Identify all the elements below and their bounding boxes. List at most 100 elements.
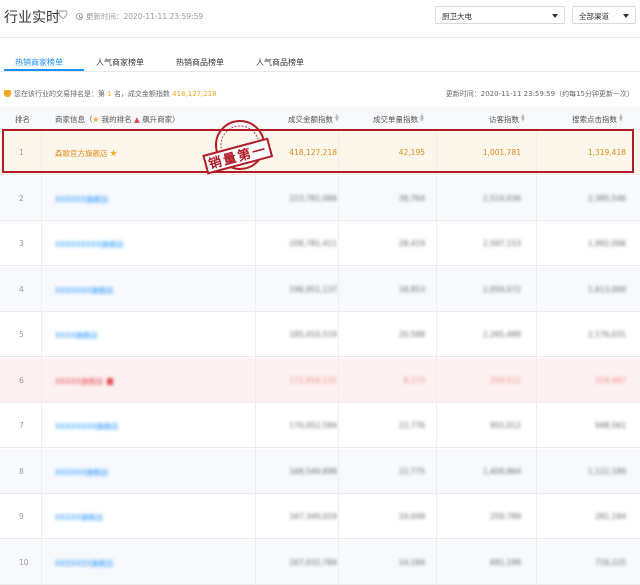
orders-cell: 38,764: [398, 193, 425, 203]
heart-icon[interactable]: [57, 8, 69, 20]
visitors-cell: 259,789: [489, 512, 521, 521]
rank-cell: 3: [19, 239, 24, 248]
visitors-cell: 259,511: [489, 375, 521, 385]
page-title: 行业实时: [4, 10, 60, 26]
search-cell: 2,385,546: [587, 193, 626, 203]
chevron-down-icon: [623, 14, 629, 18]
visitors-cell: 2,059,072: [482, 284, 521, 294]
table-row[interactable]: 6 XXXXX旗舰店 171,916,131 8,273 259,511 318,487: [0, 357, 640, 403]
table-row[interactable]: 5 XXXX旗舰店 185,410,519 20,588 2,265,489 2,176,…: [0, 312, 640, 357]
highlight-frame: [2, 129, 634, 173]
col-search-label: 搜索点击指数: [572, 115, 617, 124]
merchant-link[interactable]: XXXXXX旗舰店: [55, 194, 108, 205]
orders-cell: 10,048: [398, 512, 425, 521]
table-header: 排名 商家信息（★ 我的排名 ▲ 飙升商家） 成交金额指数 ▲ ▼ 成交单量指数 ▲ ▼…: [0, 107, 640, 130]
merchant-name: XXXXXXXXX旗舰店: [55, 240, 124, 249]
search-cell: 1,992,006: [587, 239, 626, 248]
col-my-rank-label: 我的排名: [101, 115, 132, 124]
merchant-link[interactable]: XXXXXXXXX旗舰店: [55, 239, 124, 250]
col-orders[interactable]: 成交单量指数 ▲ ▼: [373, 114, 424, 125]
amount-cell: 168,549,898: [289, 466, 337, 476]
search-cell: 1,613,000: [587, 284, 626, 294]
category-select[interactable]: 厨卫大电: [435, 6, 565, 24]
merchant-link[interactable]: XXXXXX旗舰店: [55, 467, 108, 478]
rising-icon: [107, 377, 114, 385]
merchant-link[interactable]: XXXXXXX旗舰店: [55, 558, 113, 569]
rising-icon: ▲: [134, 115, 140, 124]
amount-cell: 170,052,584: [289, 421, 337, 430]
rank-cell: 2: [19, 193, 24, 203]
sort-icon: ▲ ▼: [619, 113, 623, 123]
rank-cell: 8: [19, 466, 24, 476]
col-visitors[interactable]: 访客指数 ▲ ▼: [489, 114, 525, 125]
merchant-link[interactable]: XXXXXXX旗舰店: [55, 285, 113, 296]
col-search[interactable]: 搜索点击指数 ▲ ▼: [572, 114, 623, 125]
orders-cell: 18,853: [398, 284, 425, 294]
rank-cell: 6: [19, 375, 24, 385]
tab-popular-products[interactable]: 人气商品榜单: [256, 57, 304, 68]
rank-cell: 5: [19, 330, 24, 339]
column-divider: [255, 130, 256, 585]
col-amount[interactable]: 成交金额指数 ▲ ▼: [288, 114, 339, 125]
search-cell: 716,225: [594, 557, 626, 567]
merchant-link[interactable]: XXXXX旗舰店: [55, 376, 114, 387]
table-row[interactable]: 7 XXXXXXXX旗舰店 170,052,584 22,776 955,012 948,…: [0, 403, 640, 448]
visitors-cell: 691,188: [489, 557, 521, 567]
col-merchant: 商家信息（★ 我的排名 ▲ 飙升商家）: [55, 114, 180, 125]
search-cell: 948,561: [594, 421, 626, 430]
orders-cell: 8,273: [403, 375, 425, 385]
search-cell: 2,176,031: [587, 330, 626, 339]
visitors-cell: 2,597,153: [482, 239, 521, 248]
column-divider: [436, 130, 437, 585]
tab-hot-merchants[interactable]: 热销商家榜单: [15, 57, 63, 68]
merchant-name: XXXXXXX旗舰店: [55, 285, 114, 295]
merchant-name: XXXXXXXX旗舰店: [55, 422, 119, 431]
table-row[interactable]: 2 XXXXXX旗舰店 223,781,066 38,764 2,514,036 2,38…: [0, 175, 640, 221]
tab-bar: 热销商家榜单 人气商家榜单 热销商品榜单 人气商品榜单: [0, 38, 640, 72]
trophy-icon: [4, 90, 11, 97]
clock-icon: [76, 13, 83, 20]
tab-popular-merchants[interactable]: 人气商家榜单: [96, 57, 144, 68]
merchant-link[interactable]: XXXX旗舰店: [55, 330, 98, 341]
merchant-name: XXXXXX旗舰店: [55, 194, 109, 204]
channel-select[interactable]: 全部渠道: [572, 6, 636, 24]
merchant-name: XXXXXX旗舰店: [55, 467, 109, 477]
visitors-cell: 2,265,489: [482, 330, 521, 339]
orders-cell: 14,184: [398, 557, 425, 567]
table-row[interactable]: 4 XXXXXXX旗舰店 196,951,137 18,853 2,059,072 1,6…: [0, 266, 640, 312]
table-row[interactable]: 9 XXXXX旗舰店 167,349,019 10,048 259,789 281,184: [0, 494, 640, 539]
table-row[interactable]: 10 XXXXXXX旗舰店 167,032,784 14,184 691,188 716,…: [0, 539, 640, 585]
amount-cell: 167,349,019: [289, 512, 337, 521]
rank-cell: 10: [19, 557, 29, 567]
rank-amount: 418,127,218: [172, 90, 217, 98]
channel-select-value: 全部渠道: [579, 12, 609, 21]
amount-cell: 185,410,519: [289, 330, 337, 339]
table-row[interactable]: 8 XXXXXX旗舰店 168,549,898 22,775 1,409,864 1,12…: [0, 448, 640, 494]
table-row[interactable]: 3 XXXXXXXXX旗舰店 208,781,411 28,419 2,597,153 1…: [0, 221, 640, 266]
col-rank: 排名: [15, 115, 30, 124]
column-divider: [338, 130, 339, 585]
top-bar: 行业实时 更新时间：2020-11-11 23:59:59 厨卫大电 全部渠道: [0, 0, 640, 38]
rank-value: 1: [107, 90, 112, 98]
category-select-value: 厨卫大电: [442, 12, 472, 21]
update-time-label: 更新时间：2020-11-11 23:59:59: [86, 12, 204, 21]
star-icon: ★: [92, 115, 100, 124]
visitors-cell: 1,409,864: [482, 466, 521, 476]
amount-cell: 171,916,131: [289, 375, 337, 385]
search-cell: 1,122,189: [587, 466, 626, 476]
merchant-link[interactable]: XXXXXXXX旗舰店: [55, 421, 119, 432]
orders-cell: 22,776: [398, 421, 425, 430]
rank-cell: 9: [19, 512, 24, 521]
chevron-down-icon: [552, 14, 558, 18]
merchant-link[interactable]: XXXXX旗舰店: [55, 512, 103, 523]
sales-first-stamp: 销量第一: [202, 120, 274, 175]
col-visitors-label: 访客指数: [489, 115, 519, 124]
tab-hot-products[interactable]: 热销商品榜单: [176, 57, 224, 68]
rank-cell: 4: [19, 284, 24, 294]
sort-icon: ▲ ▼: [521, 113, 525, 123]
col-rising-label: 飙升商家）: [142, 115, 180, 124]
merchant-name: XXXXX旗舰店: [55, 513, 104, 522]
col-amount-label: 成交金额指数: [288, 115, 333, 124]
rank-mid: 名，成交金额指数: [113, 90, 170, 98]
rank-prefix: 您在该行业的交易排名是：第: [14, 90, 105, 98]
